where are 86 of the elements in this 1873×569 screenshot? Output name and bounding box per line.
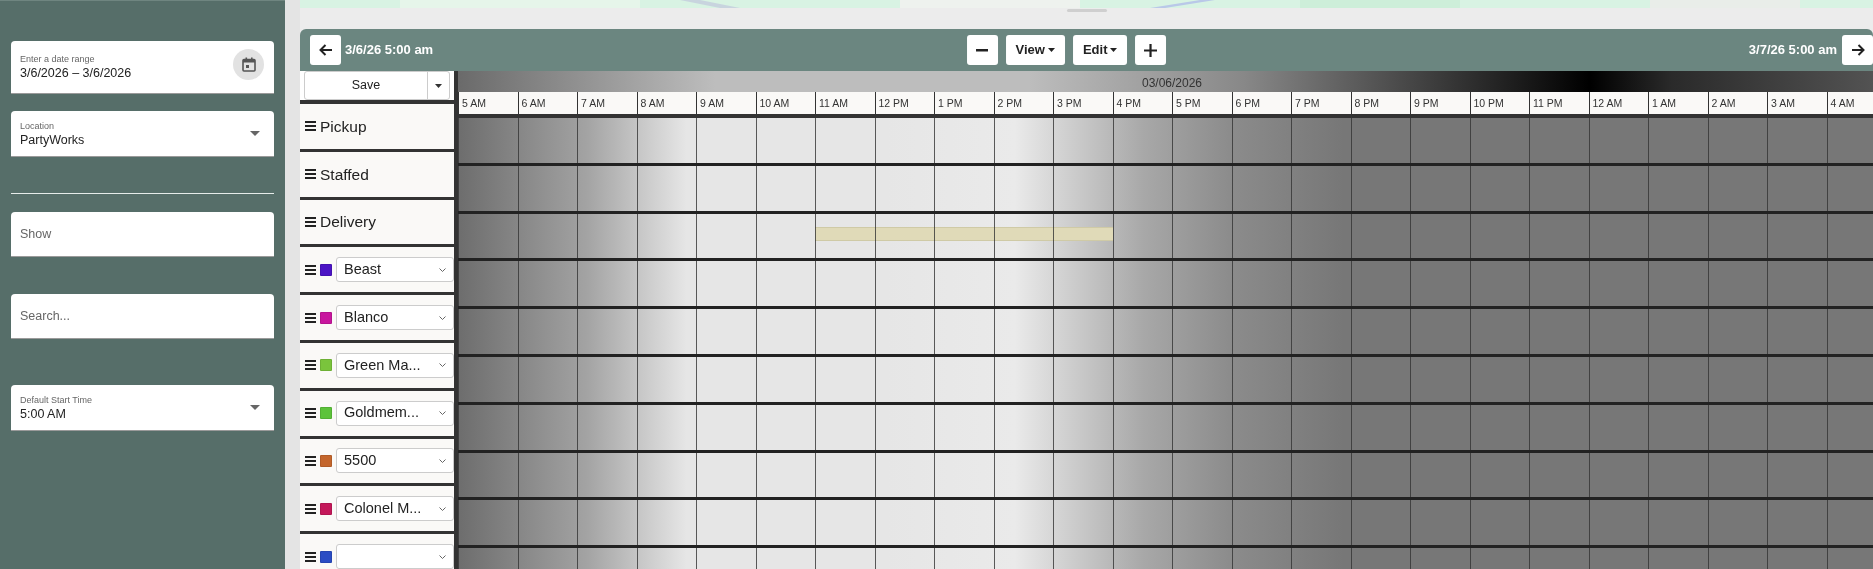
hour-label: 6 PM	[1231, 92, 1291, 114]
chevron-down-icon	[439, 411, 446, 416]
field-label: Default Start Time	[20, 393, 93, 406]
hour-label: 4 PM	[1112, 92, 1172, 114]
chevron-down-icon	[439, 506, 446, 511]
date-range-field[interactable]: Enter a date range 3/6/2026 – 3/6/2026	[11, 41, 274, 94]
caret-icon	[250, 131, 260, 137]
drag-handle-icon[interactable]	[305, 217, 316, 227]
resource-select[interactable]: Green Ma...	[336, 352, 454, 378]
booked-slot[interactable]	[874, 213, 934, 259]
chevron-down-icon	[439, 363, 446, 368]
zoom-out-button[interactable]	[966, 35, 998, 65]
row-label: Delivery	[320, 212, 376, 233]
caret-icon	[1047, 48, 1055, 52]
drag-handle-icon[interactable]	[305, 455, 316, 466]
caret-icon	[1110, 48, 1118, 52]
minus-icon	[976, 48, 988, 52]
field-label: Enter a date range	[20, 53, 95, 65]
field-value: PartyWorks	[20, 131, 85, 148]
hour-label: 12 PM	[874, 92, 934, 114]
drag-handle-icon[interactable]	[305, 121, 316, 132]
show-field[interactable]: Show	[11, 212, 274, 257]
booked-slot[interactable]	[934, 213, 994, 259]
booked-slot[interactable]	[1053, 213, 1113, 259]
chevron-down-icon	[439, 315, 446, 320]
caret-icon	[250, 405, 260, 411]
hour-label: 1 AM	[1648, 92, 1708, 114]
resource-select[interactable]: Colonel M...	[336, 496, 454, 522]
plus-icon	[1144, 43, 1158, 57]
drag-handle-icon[interactable]	[305, 360, 316, 371]
hour-label: 12 AM	[1588, 92, 1648, 114]
arrow-right-icon	[1850, 44, 1865, 56]
forward-button[interactable]	[1842, 35, 1873, 65]
resource-select[interactable]: Beast	[336, 257, 454, 283]
end-time-label: 3/7/26 5:00 am	[1748, 41, 1837, 60]
hour-label: 10 AM	[755, 92, 815, 114]
search-field[interactable]: Search...	[11, 294, 274, 339]
hour-label: 1 PM	[934, 92, 994, 114]
chevron-down-icon	[439, 554, 446, 559]
hour-label: 3 PM	[1053, 92, 1113, 114]
drag-handle-icon[interactable]	[305, 312, 316, 323]
hour-label: 10 PM	[1469, 92, 1529, 114]
start-time-select[interactable]: Default Start Time 5:00 AM	[11, 385, 274, 431]
field-value: 5:00 AM	[20, 405, 66, 422]
hour-label: 7 PM	[1291, 92, 1351, 114]
hour-label: 8 PM	[1350, 92, 1410, 114]
hour-label: 2 PM	[993, 92, 1053, 114]
drag-handle-icon[interactable]	[305, 551, 316, 562]
drag-handle-icon[interactable]	[305, 408, 316, 419]
resource-select[interactable]: Blanco	[336, 305, 454, 331]
row-label: Pickup	[320, 116, 367, 137]
drag-handle-icon[interactable]	[305, 503, 316, 514]
hour-label: 9 AM	[696, 92, 756, 114]
caret-icon	[435, 83, 442, 88]
chevron-down-icon	[439, 458, 446, 463]
row-label: Staffed	[320, 164, 369, 185]
hour-label: 6 AM	[517, 92, 577, 114]
date-label: 03/06/2026	[1141, 75, 1203, 90]
resource-select[interactable]: Goldmem...	[336, 400, 454, 426]
calendar-button[interactable]	[233, 49, 264, 80]
hour-label: 8 AM	[636, 92, 696, 114]
calendar-icon	[241, 57, 256, 72]
hour-label: 7 AM	[577, 92, 637, 114]
hour-label: 11 AM	[815, 92, 875, 114]
hour-label: 11 PM	[1529, 92, 1589, 114]
field-value: 3/6/2026 – 3/6/2026	[20, 65, 132, 81]
resource-select[interactable]: 5500	[336, 448, 454, 474]
chevron-down-icon	[439, 267, 446, 272]
zoom-in-button[interactable]	[1135, 35, 1167, 65]
location-select[interactable]: Location PartyWorks	[11, 111, 274, 157]
hour-label: 5 AM	[458, 92, 518, 114]
hour-label: 5 PM	[1172, 92, 1232, 114]
drag-handle-icon[interactable]	[305, 169, 316, 180]
view-menu-button[interactable]: View	[1005, 35, 1065, 65]
hour-label: 4 AM	[1826, 92, 1873, 114]
field-label: Location	[20, 119, 55, 132]
start-time-label: 3/6/26 5:00 am	[345, 41, 434, 60]
back-button[interactable]	[310, 35, 341, 65]
hour-label: 2 AM	[1707, 92, 1767, 114]
booked-slot[interactable]	[815, 213, 875, 259]
drag-handle-icon[interactable]	[305, 264, 316, 275]
booked-slot[interactable]	[993, 213, 1053, 259]
hour-label: 9 PM	[1410, 92, 1470, 114]
hour-label: 3 AM	[1767, 92, 1827, 114]
edit-menu-button[interactable]: Edit	[1072, 35, 1128, 65]
arrow-left-icon	[318, 44, 333, 56]
